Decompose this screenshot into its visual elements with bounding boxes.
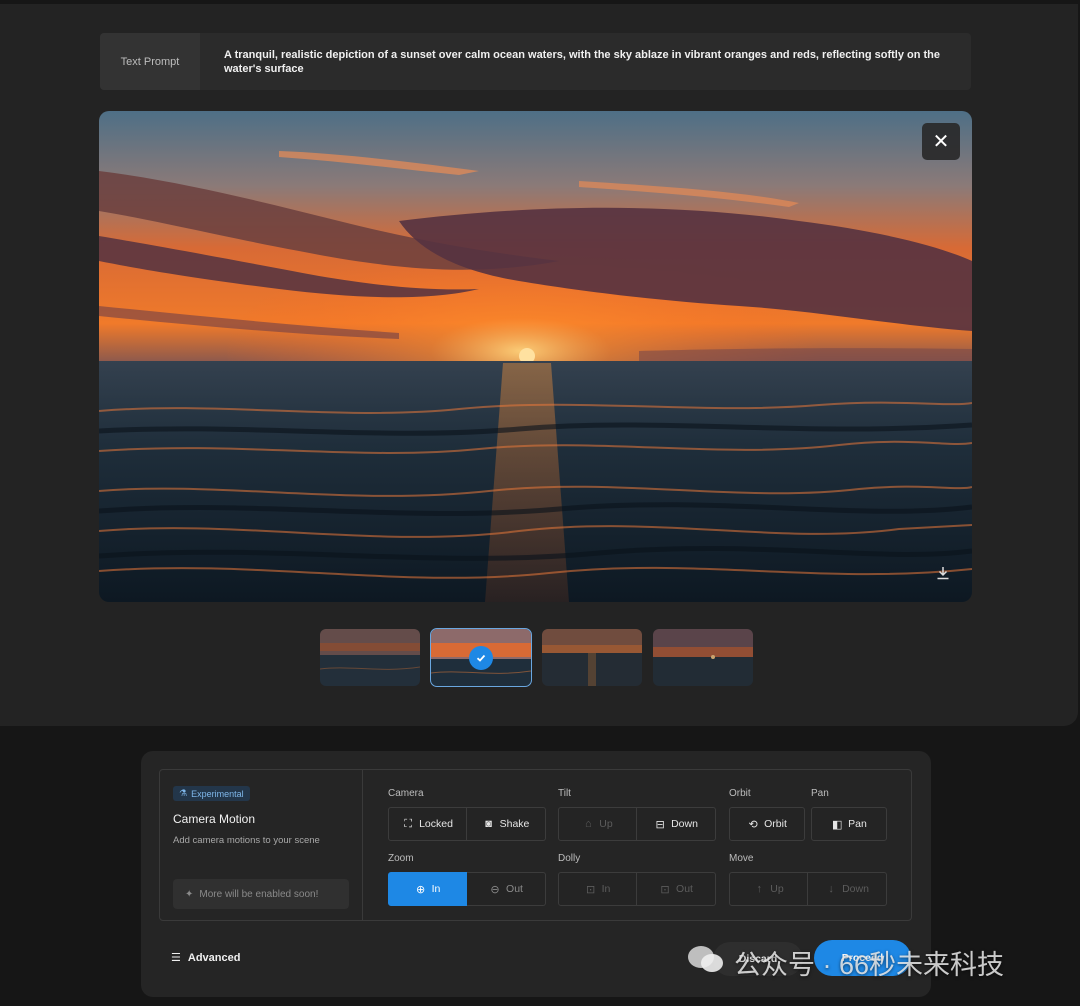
- sunset-image: [99, 111, 972, 602]
- download-icon: [937, 567, 949, 580]
- zoom-in-button[interactable]: ⊕ In: [388, 872, 467, 906]
- dolly-out-icon: ⊡: [660, 883, 670, 896]
- prompt-bar: Text Prompt A tranquil, realistic depict…: [100, 33, 971, 90]
- camera-motion-panel: ⚗ Experimental Camera Motion Add camera …: [141, 751, 931, 997]
- thumbnail[interactable]: [542, 629, 642, 686]
- zoom-in-label: In: [431, 883, 441, 895]
- tilt-label: Tilt: [558, 788, 571, 799]
- camera-locked-label: Locked: [419, 818, 453, 830]
- flask-icon: ⚗: [179, 788, 188, 798]
- zoom-label: Zoom: [388, 853, 414, 864]
- pan-label: Pan: [811, 788, 829, 799]
- close-button[interactable]: ✕: [922, 123, 960, 160]
- camera-motion-title: Camera Motion: [173, 812, 256, 826]
- move-down-label: Down: [842, 883, 869, 895]
- tilt-down-icon: ⊟: [655, 818, 665, 831]
- zoom-in-icon: ⊕: [416, 883, 426, 896]
- proceed-button[interactable]: Proceed: [814, 940, 911, 976]
- thumbnail-selected[interactable]: [430, 628, 532, 687]
- thumbnail-image: [320, 629, 420, 686]
- pan-button-label: Pan: [848, 818, 867, 830]
- dolly-out-button[interactable]: ⊡ Out: [637, 872, 716, 906]
- prompt-label: Text Prompt: [100, 33, 200, 90]
- close-icon: ✕: [932, 131, 950, 153]
- thumbnail-strip: [320, 628, 753, 687]
- camera-motion-info: ⚗ Experimental Camera Motion Add camera …: [160, 770, 363, 920]
- orbit-button[interactable]: ⟲ Orbit: [729, 807, 805, 841]
- dolly-label: Dolly: [558, 853, 581, 864]
- sliders-icon: ☰: [171, 952, 181, 964]
- move-up-label: Up: [770, 883, 784, 895]
- generation-panel: Text Prompt A tranquil, realistic depict…: [0, 4, 1078, 726]
- camera-label: Camera: [388, 788, 424, 799]
- camera-locked-button[interactable]: ⛶ Locked: [388, 807, 467, 841]
- pan-group: Pan ◧ Pan: [811, 788, 887, 841]
- dolly-group: Dolly ⊡ In ⊡ Out: [558, 853, 716, 906]
- advanced-button[interactable]: ☰ Advanced: [171, 951, 241, 965]
- orbit-icon: ⟲: [748, 818, 758, 831]
- tilt-up-label: Up: [599, 818, 613, 830]
- selected-check-icon: [469, 646, 493, 670]
- pan-icon: ◧: [831, 818, 843, 831]
- advanced-label: Advanced: [187, 951, 241, 964]
- thumbnail[interactable]: [653, 629, 753, 686]
- thumbnail-image: [542, 629, 642, 686]
- move-up-button[interactable]: ↑ Up: [729, 872, 808, 906]
- prompt-text: A tranquil, realistic depiction of a sun…: [224, 49, 940, 75]
- tilt-up-icon: ⌂: [584, 818, 592, 830]
- camera-motion-description: Add camera motions to your scene: [173, 835, 320, 846]
- orbit-group: Orbit ⟲ Orbit: [729, 788, 805, 841]
- download-button[interactable]: [932, 562, 954, 584]
- tilt-down-label: Down: [671, 818, 698, 830]
- tilt-group: Tilt ⌂ Up ⊟ Down: [558, 788, 716, 841]
- thumbnail[interactable]: [320, 629, 420, 686]
- preview-image: ✕: [99, 111, 972, 602]
- arrow-down-icon: ↓: [828, 883, 834, 895]
- dolly-in-icon: ⊡: [586, 883, 596, 896]
- camera-icon: ◙: [485, 818, 492, 830]
- thumbnail-image: [653, 629, 753, 686]
- camera-motion-controls: Camera ⛶ Locked ◙ Shake Tilt ⌂ Up ⊟ Down…: [363, 770, 911, 920]
- dolly-in-label: In: [601, 883, 611, 895]
- zoom-out-label: Out: [506, 883, 523, 895]
- more-soon-label: More will be enabled soon!: [199, 888, 319, 900]
- orbit-button-label: Orbit: [764, 818, 787, 830]
- move-down-button[interactable]: ↓ Down: [808, 872, 887, 906]
- camera-group: Camera ⛶ Locked ◙ Shake: [388, 788, 546, 841]
- sparkle-icon: ✦: [185, 888, 194, 900]
- tilt-up-button[interactable]: ⌂ Up: [558, 807, 637, 841]
- badge-label: Experimental: [191, 788, 244, 799]
- more-soon-notice: ✦ More will be enabled soon!: [173, 879, 349, 909]
- move-group: Move ↑ Up ↓ Down: [729, 853, 887, 906]
- dolly-in-button[interactable]: ⊡ In: [558, 872, 637, 906]
- experimental-badge: ⚗ Experimental: [173, 786, 250, 801]
- move-label: Move: [729, 853, 754, 864]
- tilt-down-button[interactable]: ⊟ Down: [637, 807, 716, 841]
- arrow-up-icon: ↑: [756, 883, 763, 895]
- pan-button[interactable]: ◧ Pan: [811, 807, 887, 841]
- zoom-out-button[interactable]: ⊖ Out: [467, 872, 546, 906]
- dolly-out-label: Out: [676, 883, 693, 895]
- camera-motion-box: ⚗ Experimental Camera Motion Add camera …: [159, 769, 912, 921]
- discard-button[interactable]: Discard: [713, 942, 803, 976]
- zoom-group: Zoom ⊕ In ⊖ Out: [388, 853, 546, 906]
- orbit-label: Orbit: [729, 788, 751, 799]
- camera-shake-button[interactable]: ◙ Shake: [467, 807, 546, 841]
- expand-icon: ⛶: [404, 817, 412, 830]
- camera-shake-label: Shake: [499, 818, 530, 830]
- zoom-out-icon: ⊖: [490, 883, 500, 896]
